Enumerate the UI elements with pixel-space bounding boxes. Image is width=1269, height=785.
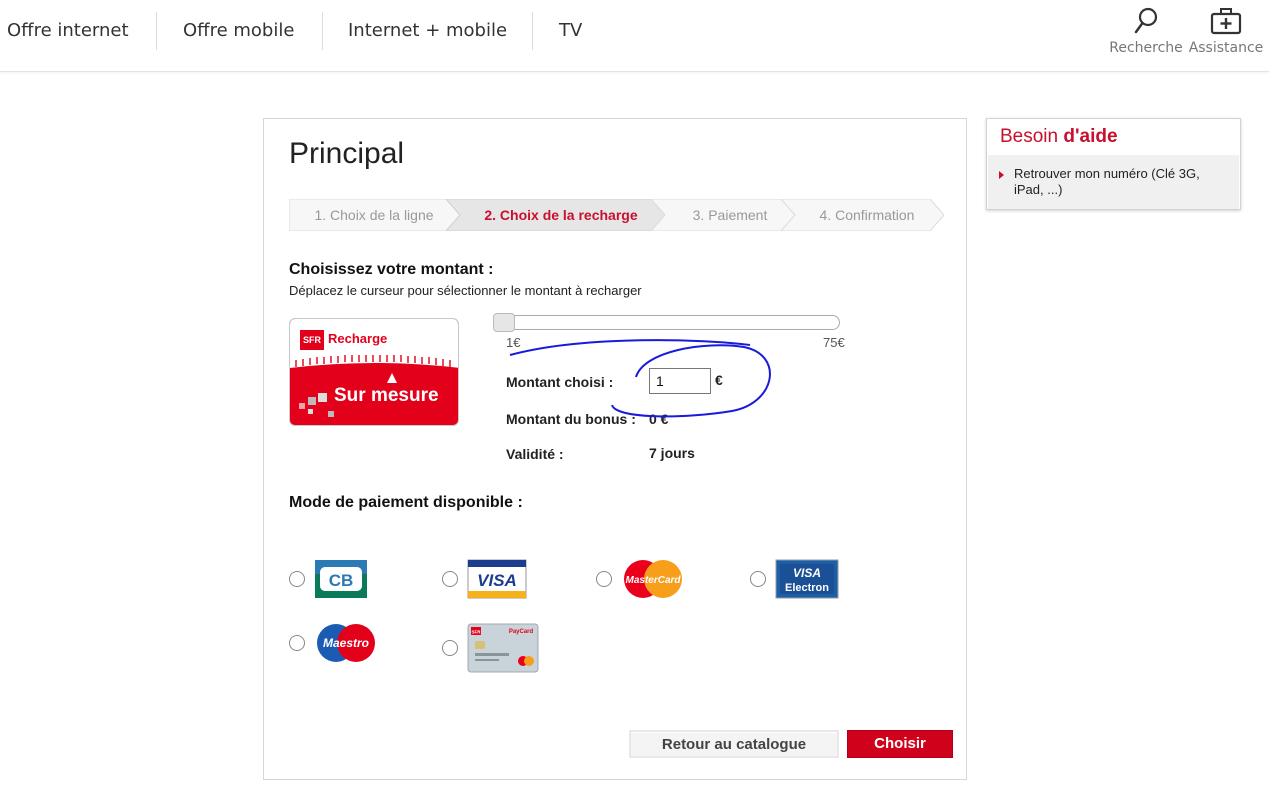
nav-tv[interactable]: TV (559, 12, 582, 50)
help-box: Besoin d'aide Retrouver mon numéro (Clé … (986, 118, 1241, 210)
cb-card-icon: CB (315, 560, 367, 598)
top-navigation: Offre internet Offre mobile Internet + m… (0, 0, 1269, 72)
maestro-card-icon: Maestro (317, 624, 375, 662)
nav-separator (532, 12, 533, 50)
currency-symbol: € (715, 372, 723, 388)
amount-slider[interactable] (493, 313, 840, 332)
choose-amount-heading: Choisissez votre montant : (289, 261, 494, 278)
bonus-label: Montant du bonus : (506, 411, 636, 427)
main-panel: Principal 1. Choix de la ligne 2. Choix … (263, 118, 967, 780)
nav-separator (322, 12, 323, 50)
radio-cb[interactable] (289, 571, 305, 587)
slider-handle[interactable] (493, 313, 515, 332)
sfr-credit-card-icon: SFR PayCard (467, 623, 539, 673)
card-subtitle: Sur mesure (334, 385, 439, 406)
svg-text:CB: CB (329, 571, 354, 590)
help-body: Retrouver mon numéro (Clé 3G, iPad, ...) (988, 155, 1239, 209)
payment-option-mastercard[interactable]: MasterCard (596, 559, 685, 599)
arrow-right-icon (999, 171, 1004, 179)
slider-min-label: 1€ (506, 335, 521, 350)
choose-button[interactable]: Choisir (847, 730, 953, 758)
nav-separator (156, 12, 157, 50)
payment-option-visa[interactable]: VISA (442, 559, 527, 599)
help-link-find-number[interactable]: Retrouver mon numéro (Clé 3G, iPad, ...) (1014, 166, 1229, 198)
choose-amount-instructions: Déplacez le curseur pour sélectionner le… (289, 283, 642, 298)
radio-mastercard[interactable] (596, 571, 612, 587)
mastercard-icon: MasterCard (624, 560, 682, 598)
svg-text:Electron: Electron (785, 582, 829, 594)
radio-visa[interactable] (442, 571, 458, 587)
page-title: Principal (289, 137, 405, 170)
svg-text:PayCard: PayCard (509, 629, 534, 635)
svg-text:Maestro: Maestro (323, 636, 369, 650)
svg-text:VISA: VISA (477, 571, 517, 590)
bonus-value: 0 € (649, 411, 669, 427)
card-decoration (299, 373, 397, 417)
recharge-card-image: SFR Recharge Sur mesure (289, 318, 459, 426)
search-icon (1134, 7, 1158, 34)
step-confirmation: 4. Confirmation (819, 207, 915, 223)
step-choix-ligne[interactable]: 1. Choix de la ligne (289, 199, 459, 231)
search-button[interactable]: Recherche (1108, 6, 1184, 56)
svg-text:SFR: SFR (472, 630, 482, 635)
amount-chosen-label: Montant choisi : (506, 374, 614, 390)
payment-option-cb[interactable]: CB (289, 559, 368, 599)
visa-electron-card-icon: VISA Electron (775, 559, 839, 599)
step-choix-recharge: 2. Choix de la recharge (484, 207, 638, 223)
radio-maestro[interactable] (289, 635, 305, 651)
payment-option-maestro[interactable]: Maestro (289, 623, 378, 663)
amount-input[interactable] (649, 368, 711, 394)
back-to-catalog-button[interactable]: Retour au catalogue (629, 730, 839, 758)
svg-text:MasterCard: MasterCard (625, 575, 681, 586)
assistance-button[interactable]: Assistance (1186, 6, 1266, 56)
step-paiement: 3. Paiement (692, 207, 768, 223)
validity-value: 7 jours (649, 445, 695, 461)
nav-offre-mobile[interactable]: Offre mobile (183, 12, 294, 50)
checkout-steps: 1. Choix de la ligne 2. Choix de la rech… (289, 199, 944, 231)
payment-option-sfr-card[interactable]: SFR PayCard (442, 623, 539, 673)
payment-option-visa-electron[interactable]: VISA Electron (750, 559, 839, 599)
nav-internet-mobile[interactable]: Internet + mobile (348, 12, 507, 50)
payment-mode-heading: Mode de paiement disponible : (289, 494, 523, 511)
nav-offre-internet[interactable]: Offre internet (7, 12, 129, 50)
first-aid-kit-icon (1210, 8, 1242, 35)
search-label: Recherche (1109, 40, 1183, 56)
assistance-label: Assistance (1188, 40, 1264, 56)
slider-max-label: 75€ (823, 335, 845, 350)
radio-sfr-card[interactable] (442, 640, 458, 656)
svg-text:VISA: VISA (793, 566, 821, 580)
validity-label: Validité : (506, 446, 564, 462)
help-title: Besoin d'aide (1000, 126, 1118, 147)
visa-card-icon: VISA (467, 559, 527, 599)
radio-visa-electron[interactable] (750, 571, 766, 587)
